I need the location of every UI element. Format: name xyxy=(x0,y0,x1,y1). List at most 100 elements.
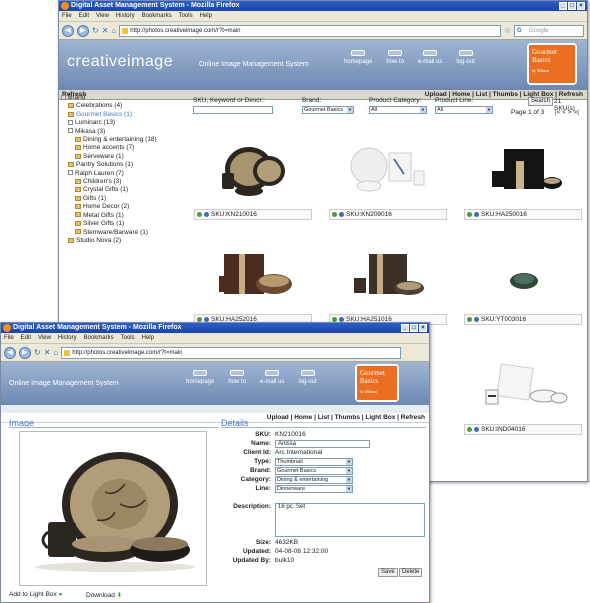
forward-icon[interactable]: ▶ xyxy=(77,24,89,37)
menu-item-help[interactable]: Help xyxy=(142,333,154,343)
back-icon[interactable]: ◀ xyxy=(4,346,16,359)
pager-links[interactable]: |< < > >| xyxy=(555,109,579,116)
home-icon[interactable]: ⌂ xyxy=(53,348,58,357)
line-select[interactable]: All xyxy=(435,106,493,114)
detail-select[interactable]: Dining & entertaining xyxy=(275,476,353,484)
menu-item-tools[interactable]: Tools xyxy=(179,11,193,21)
menu-item-history[interactable]: History xyxy=(116,11,135,21)
tree-item-label: Celebrations (4) xyxy=(76,102,123,110)
menu-item-bookmarks[interactable]: Bookmarks xyxy=(84,333,114,343)
updated-value: 04-08-08 12:32:00 xyxy=(275,548,329,555)
sku-input[interactable] xyxy=(193,106,273,114)
product-thumbnail[interactable]: SKU:KN210016 xyxy=(194,131,314,226)
close-icon[interactable]: × xyxy=(577,2,585,10)
nav-email[interactable]: e-mail us xyxy=(260,370,284,385)
download-link[interactable]: Download ⬇ xyxy=(86,591,122,599)
product-thumbnail-image[interactable] xyxy=(464,131,584,206)
sku-label[interactable]: SKU:KN210016 xyxy=(194,209,312,220)
tree-item[interactable]: Serveware (1) xyxy=(61,153,191,161)
reload-icon[interactable]: ↻ xyxy=(92,26,99,35)
minimize-icon[interactable]: _ xyxy=(559,2,567,10)
product-thumbnail-image[interactable] xyxy=(464,236,584,311)
detail-select[interactable]: Gourmet Basics xyxy=(275,467,353,475)
minimize-icon[interactable]: _ xyxy=(401,324,409,332)
stop-icon[interactable]: ✕ xyxy=(44,348,51,357)
tree-item[interactable]: Ralph Lauren (7) xyxy=(61,170,191,178)
maximize-icon[interactable]: □ xyxy=(410,324,418,332)
product-thumbnail-image[interactable] xyxy=(194,236,314,311)
product-thumbnail[interactable]: SKU:HA250016 xyxy=(464,131,584,226)
tree-item[interactable]: Celebrations (4) xyxy=(61,102,191,110)
menu-item-history[interactable]: History xyxy=(58,333,77,343)
menu-item-view[interactable]: View xyxy=(96,11,109,21)
detail-select[interactable]: Dinnerware xyxy=(275,485,353,493)
address-bar[interactable]: http://photos.creativeimage.com/r?t=main xyxy=(119,24,501,37)
bookmark-star-icon[interactable]: ☆ xyxy=(504,26,511,35)
close-icon[interactable]: × xyxy=(419,324,427,332)
tree-item[interactable]: Luminarc (13) xyxy=(61,119,191,127)
detail-label: Category: xyxy=(240,476,271,483)
description-textarea[interactable]: 16 pc. Set xyxy=(275,503,425,537)
home-icon[interactable]: ⌂ xyxy=(111,26,116,35)
product-thumbnail-image[interactable] xyxy=(194,131,314,206)
menu-item-bookmarks[interactable]: Bookmarks xyxy=(142,11,172,21)
back-icon[interactable]: ◀ xyxy=(62,24,74,37)
nav-logout[interactable]: log-out xyxy=(456,50,475,65)
nav-email[interactable]: e-mail us xyxy=(418,50,442,65)
nav-logout[interactable]: log-out xyxy=(298,370,317,385)
tree-item[interactable]: Dining & entertaining (18) xyxy=(61,136,191,144)
toolbar-links[interactable]: Upload | Home | List | Thumbs | Light Bo… xyxy=(267,413,425,423)
product-thumbnail[interactable]: SKU:YT003016 xyxy=(464,236,584,331)
product-thumbnail[interactable]: SKU:HA252016 xyxy=(194,236,314,331)
menu-item-file[interactable]: File xyxy=(4,333,14,343)
forward-icon[interactable]: ▶ xyxy=(19,346,31,359)
sku-label[interactable]: SKU:IND04016 xyxy=(464,424,582,435)
search-button[interactable]: Search xyxy=(528,97,554,106)
tree-item[interactable]: Home accents (7) xyxy=(61,144,191,152)
tree-item[interactable]: Brand xyxy=(61,94,191,102)
tree-item[interactable]: Silver Gifts (1) xyxy=(61,220,191,228)
category-select[interactable]: All xyxy=(369,106,427,114)
reload-icon[interactable]: ↻ xyxy=(34,348,41,357)
nav-how-to[interactable]: how to xyxy=(386,50,404,65)
product-thumbnail[interactable]: SKU:HA251016 xyxy=(329,236,449,331)
tree-item[interactable]: Metal Gifts (1) xyxy=(61,212,191,220)
sku-label[interactable]: SKU:HA250016 xyxy=(464,209,582,220)
tree-item[interactable]: Studio Nova (2) xyxy=(61,237,191,245)
tree-item[interactable]: Crystal Gifts (1) xyxy=(61,186,191,194)
nav-how-to[interactable]: how to xyxy=(228,370,246,385)
menu-item-tools[interactable]: Tools xyxy=(121,333,135,343)
product-thumbnail-image[interactable] xyxy=(329,131,449,206)
tree-item[interactable]: Home Decor (2) xyxy=(61,203,191,211)
tree-item[interactable]: Children's (3) xyxy=(61,178,191,186)
delete-button[interactable]: Delete xyxy=(399,568,423,577)
tree-item[interactable]: Mikasa (3) xyxy=(61,128,191,136)
nav-homepage[interactable]: homepage xyxy=(186,370,214,385)
menu-item-view[interactable]: View xyxy=(38,333,51,343)
add-to-lightbox-link[interactable]: Add to Light Box ● xyxy=(9,591,62,598)
menu-item-help[interactable]: Help xyxy=(200,11,212,21)
sku-label[interactable]: SKU:YT003016 xyxy=(464,314,582,325)
tree-item-label: Gifts (1) xyxy=(83,194,107,202)
maximize-icon[interactable]: □ xyxy=(568,2,576,10)
product-thumbnail[interactable]: SKU:KN209016 xyxy=(329,131,449,226)
menu-item-file[interactable]: File xyxy=(62,11,72,21)
product-thumbnail[interactable]: SKU:IND04016 xyxy=(464,346,584,441)
tree-item[interactable]: Gourmet Basics (1) xyxy=(61,111,191,119)
menu-item-edit[interactable]: Edit xyxy=(21,333,31,343)
browser-search-input[interactable]: Google xyxy=(514,24,584,37)
product-thumbnail-image[interactable] xyxy=(464,346,584,421)
menu-item-edit[interactable]: Edit xyxy=(79,11,89,21)
tree-item[interactable]: Pantry Solutions (1) xyxy=(61,161,191,169)
address-bar[interactable]: http://photos.creativeimage.com/r?t=main xyxy=(61,346,402,359)
detail-select[interactable]: Thumbnail xyxy=(275,458,353,466)
stop-icon[interactable]: ✕ xyxy=(102,26,109,35)
tree-item[interactable]: Stemware/Barware (1) xyxy=(61,229,191,237)
detail-input[interactable]: Anissa xyxy=(275,440,370,448)
product-thumbnail-image[interactable] xyxy=(329,236,449,311)
brand-select[interactable]: Gourmet Basics xyxy=(302,106,354,114)
sku-label[interactable]: SKU:KN209016 xyxy=(329,209,447,220)
tree-item[interactable]: Gifts (1) xyxy=(61,195,191,203)
nav-homepage[interactable]: homepage xyxy=(344,50,372,65)
save-button[interactable]: Save xyxy=(378,568,398,577)
